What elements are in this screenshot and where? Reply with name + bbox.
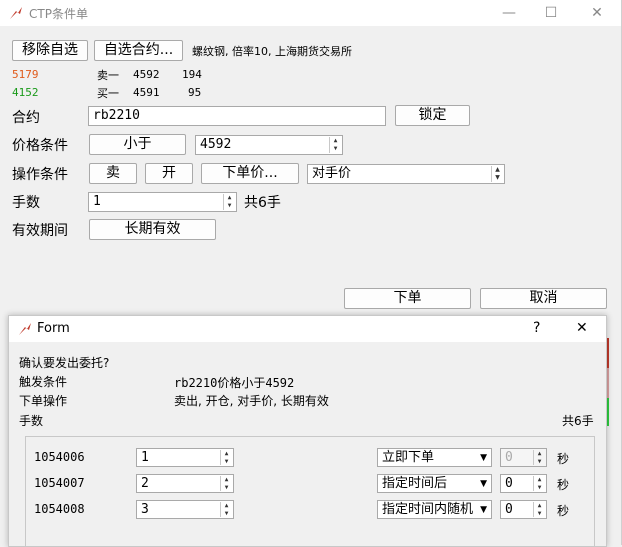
contract-info: 螺纹钢, 倍率10, 上海期货交易所 <box>192 45 352 58</box>
dialog-title-bar: Form ? ✕ <box>9 316 606 342</box>
price-condition-label: 价格条件 <box>12 138 68 154</box>
action-label: 下单操作 <box>19 394 68 408</box>
order-mode-select[interactable]: 立即下单 ▼ <box>377 448 492 467</box>
bid-size: 95 <box>188 86 202 99</box>
order-seconds-value: 0 <box>505 502 513 517</box>
minimize-button[interactable]: — <box>494 3 524 23</box>
order-qty-spin-arrows[interactable]: ▲ ▼ <box>220 502 232 517</box>
order-qty-value: 3 <box>141 502 149 517</box>
trigger-value: rb2210价格小于4592 <box>174 376 295 390</box>
split-orders-group: 1054006 1 ▲ ▼ 立即下单 ▼ 0 ▲ ▼ 秒 1054007 2 ▲ ▼ <box>25 436 595 547</box>
order-mode-select[interactable]: 指定时间内随机 ▼ <box>377 500 492 519</box>
dialog-quantity-label: 手数 <box>19 414 44 428</box>
split-order-row: 1054008 3 ▲ ▼ 指定时间内随机 ▼ 0 ▲ ▼ 秒 <box>26 499 594 521</box>
split-order-row: 1054007 2 ▲ ▼ 指定时间后 ▼ 0 ▲ ▼ 秒 <box>26 473 594 495</box>
quantity-value: 1 <box>93 194 101 209</box>
window-title: CTP条件单 <box>29 7 88 21</box>
chevron-down-icon: ▼ <box>480 453 487 463</box>
order-price-button[interactable]: 下单价... <box>201 163 299 184</box>
order-mode-value: 指定时间后 <box>382 476 448 491</box>
order-seconds-spinbox[interactable]: 0 ▲ ▼ <box>500 500 547 519</box>
maximize-button[interactable]: ☐ <box>536 3 566 23</box>
bid-volume: 4152 <box>12 86 39 99</box>
order-qty-spinbox[interactable]: 1 ▲ ▼ <box>136 448 234 467</box>
order-seconds-spinbox[interactable]: 0 ▲ ▼ <box>500 474 547 493</box>
contract-label: 合约 <box>12 110 40 126</box>
quantity-spin-arrows[interactable]: ▲ ▼ <box>223 194 235 210</box>
quantity-total: 共6手 <box>244 195 281 211</box>
order-seconds-spin-arrows[interactable]: ▲ ▼ <box>533 502 545 517</box>
price-value: 4592 <box>200 137 232 152</box>
submit-order-button[interactable]: 下单 <box>344 288 471 309</box>
help-button[interactable]: ? <box>533 320 540 336</box>
order-qty-value: 2 <box>141 476 149 491</box>
order-id: 1054007 <box>34 476 85 490</box>
offset-button[interactable]: 开 <box>145 163 193 184</box>
ask-size: 194 <box>182 68 202 81</box>
validity-label: 有效期间 <box>12 223 68 239</box>
order-qty-spin-arrows[interactable]: ▲ ▼ <box>220 476 232 491</box>
confirm-dialog: Form ? ✕ 确认要发出委托? 触发条件 rb2210价格小于4592 下单… <box>8 315 607 547</box>
order-seconds-spinbox[interactable]: 0 ▲ ▼ <box>500 448 547 467</box>
cancel-button[interactable]: 取消 <box>480 288 607 309</box>
order-seconds-value: 0 <box>505 476 513 491</box>
ask-volume: 5179 <box>12 68 39 81</box>
ask-price: 4592 <box>133 68 160 81</box>
order-mode-value: 立即下单 <box>382 450 435 465</box>
bid-label: 买一 <box>97 87 119 100</box>
split-order-row: 1054006 1 ▲ ▼ 立即下单 ▼ 0 ▲ ▼ 秒 <box>26 447 594 469</box>
add-watchlist-button[interactable]: 自选合约... <box>94 40 183 61</box>
price-type-spinbox[interactable]: 对手价 ▲ ▼ <box>307 164 505 184</box>
order-seconds-spin-arrows[interactable]: ▲ ▼ <box>533 476 545 491</box>
chevron-down-icon: ▼ <box>480 505 487 515</box>
direction-button[interactable]: 卖 <box>89 163 137 184</box>
action-value: 卖出, 开仓, 对手价, 长期有效 <box>174 394 329 408</box>
order-qty-spinbox[interactable]: 3 ▲ ▼ <box>136 500 234 519</box>
seconds-unit: 秒 <box>557 478 570 492</box>
order-seconds-value: 0 <box>505 450 513 465</box>
operation-condition-label: 操作条件 <box>12 167 68 183</box>
price-spin-arrows[interactable]: ▲ ▼ <box>329 137 341 153</box>
title-bar: CTP条件单 — ☐ ✕ <box>0 0 621 26</box>
trigger-label: 触发条件 <box>19 375 68 389</box>
ask-label: 卖一 <box>97 69 119 82</box>
seconds-unit: 秒 <box>557 504 570 518</box>
bid-price: 4591 <box>133 86 160 99</box>
order-qty-spinbox[interactable]: 2 ▲ ▼ <box>136 474 234 493</box>
price-type-value: 对手价 <box>312 166 352 181</box>
lock-button[interactable]: 锁定 <box>395 105 470 126</box>
order-mode-select[interactable]: 指定时间后 ▼ <box>377 474 492 493</box>
order-id: 1054008 <box>34 502 85 516</box>
confirm-question: 确认要发出委托? <box>19 356 110 370</box>
quantity-spinbox[interactable]: 1 ▲ ▼ <box>88 192 237 212</box>
seconds-unit: 秒 <box>557 452 570 466</box>
order-seconds-spin-arrows[interactable]: ▲ ▼ <box>533 450 545 465</box>
quantity-label: 手数 <box>12 195 40 211</box>
dialog-close-button[interactable]: ✕ <box>576 320 588 336</box>
app-logo-icon <box>19 323 31 335</box>
order-mode-value: 指定时间内随机 <box>382 502 474 517</box>
dialog-quantity-total: 共6手 <box>562 414 594 428</box>
order-qty-spin-arrows[interactable]: ▲ ▼ <box>220 450 232 465</box>
price-operator-button[interactable]: 小于 <box>89 134 186 155</box>
price-spinbox[interactable]: 4592 ▲ ▼ <box>195 135 343 155</box>
order-id: 1054006 <box>34 450 85 464</box>
close-button[interactable]: ✕ <box>582 3 612 23</box>
contract-input[interactable]: rb2210 <box>88 106 386 126</box>
app-logo-icon <box>10 7 22 19</box>
dialog-title: Form <box>37 321 70 336</box>
price-type-spin-arrows[interactable]: ▲ ▼ <box>491 166 503 182</box>
chevron-down-icon: ▼ <box>480 479 487 489</box>
remove-watchlist-button[interactable]: 移除自选 <box>12 40 88 61</box>
validity-button[interactable]: 长期有效 <box>89 219 216 240</box>
order-qty-value: 1 <box>141 450 149 465</box>
